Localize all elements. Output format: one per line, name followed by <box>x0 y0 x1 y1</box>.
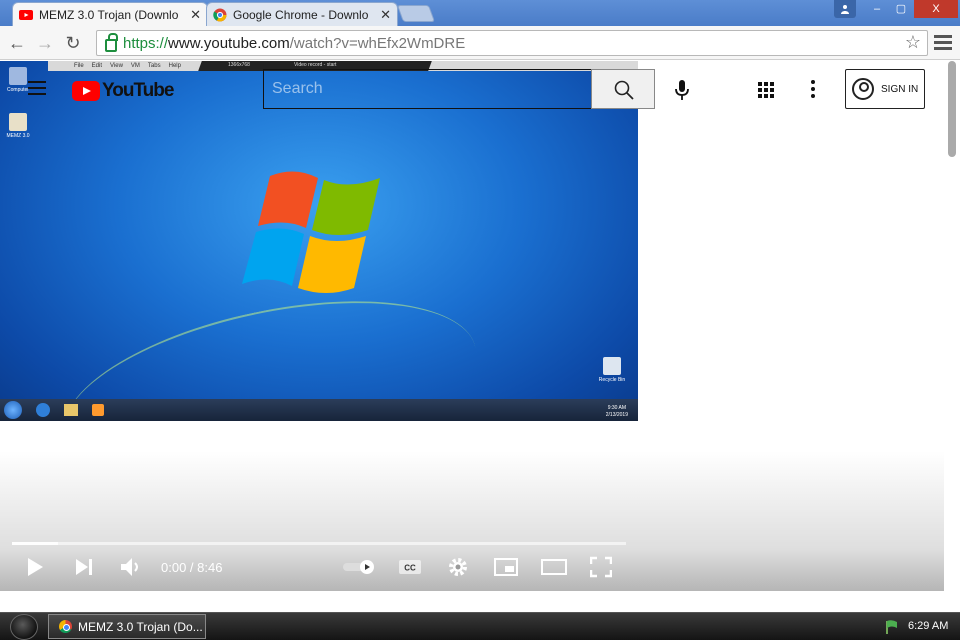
vm-clock: 9:30 AM 2/13/2019 <box>605 405 628 418</box>
windows-logo-icon <box>242 171 380 293</box>
url-path: /watch?v=whEfx2WmDRE <box>289 34 466 52</box>
more-options-icon[interactable] <box>810 80 816 98</box>
video-frame[interactable]: File Edit View VM Tabs Help 1366x768 Vid… <box>0 61 638 421</box>
chrome-menu-button[interactable] <box>934 32 952 52</box>
youtube-page: File Edit View VM Tabs Help 1366x768 Vid… <box>0 61 960 612</box>
windows-taskbar: MEMZ 3.0 Trojan (Do... 6:29 AM <box>0 612 960 640</box>
chrome-favicon-icon <box>213 8 227 21</box>
captions-button[interactable]: CC <box>398 555 422 579</box>
tab-chrome[interactable]: Google Chrome - Downlo ✕ <box>206 2 398 26</box>
url-scheme: https:// <box>123 34 169 52</box>
buffered-bar <box>12 542 59 545</box>
volume-button[interactable] <box>120 555 142 579</box>
back-button[interactable]: ← <box>6 32 28 54</box>
sign-in-button[interactable]: SIGN IN <box>845 69 925 109</box>
tab-memz[interactable]: MEMZ 3.0 Trojan (Downlo ✕ <box>12 2 208 26</box>
new-tab-button[interactable] <box>396 5 436 22</box>
next-button[interactable] <box>74 555 94 579</box>
youtube-logo[interactable]: YouTube <box>72 80 174 102</box>
forward-button[interactable]: → <box>34 32 56 54</box>
search-input[interactable]: Search <box>263 69 592 109</box>
url-host: www.youtube.com <box>168 34 290 52</box>
tab-label: Google Chrome - Downlo <box>233 7 369 22</box>
tab-label: MEMZ 3.0 Trojan (Downlo <box>39 7 179 22</box>
miniplayer-button[interactable] <box>494 555 518 579</box>
time-display: 0:00 / 8:46 <box>161 560 223 575</box>
restore-button[interactable]: ▢ <box>888 0 914 18</box>
vm-menu-item: View <box>110 63 123 69</box>
tray-flag-icon[interactable] <box>884 619 900 635</box>
desktop-icon-memz: MEMZ 3.0 <box>4 113 32 139</box>
apps-grid-icon[interactable] <box>758 82 774 98</box>
vm-menu-item: Edit <box>91 63 103 69</box>
fullscreen-button[interactable] <box>590 555 612 579</box>
svg-text:CC: CC <box>404 564 416 573</box>
taskbar-item-chrome[interactable]: MEMZ 3.0 Trojan (Do... <box>48 614 206 639</box>
tab-close-icon[interactable]: ✕ <box>380 7 391 23</box>
browser-titlebar: MEMZ 3.0 Trojan (Downlo ✕ Google Chrome … <box>0 0 960 26</box>
browser-toolbar: ← → ↻ https://www.youtube.com/watch?v=wh… <box>0 26 960 60</box>
chrome-icon <box>59 620 72 633</box>
profile-icon[interactable] <box>834 0 856 18</box>
rec-resolution: 1366x768 <box>228 62 250 68</box>
system-clock[interactable]: 6:29 AM <box>908 620 948 632</box>
microphone-icon[interactable] <box>672 79 692 101</box>
guide-menu-button[interactable] <box>28 81 46 95</box>
rec-title: Video record - start <box>294 62 337 68</box>
autoplay-toggle[interactable] <box>343 560 377 574</box>
progress-bar[interactable] <box>12 542 626 545</box>
settings-button[interactable] <box>447 555 469 579</box>
play-button[interactable] <box>26 555 44 579</box>
vm-menu-item: File <box>74 63 84 69</box>
sign-in-label: SIGN IN <box>881 83 919 95</box>
vm-taskbar: 9:30 AM 2/13/2019 <box>0 399 638 421</box>
reload-button[interactable]: ↻ <box>62 32 84 54</box>
vm-menu-item: Help <box>168 63 181 69</box>
youtube-logo-text: YouTube <box>102 80 174 101</box>
search-button[interactable] <box>591 69 655 109</box>
taskbar-item-label: MEMZ 3.0 Trojan (Do... <box>78 619 203 634</box>
tab-close-icon[interactable]: ✕ <box>190 7 201 23</box>
lock-icon <box>105 32 118 52</box>
desktop-icon-recycle-bin: Recycle Bin <box>598 357 626 383</box>
theater-mode-button[interactable] <box>541 555 567 579</box>
bookmark-star-icon[interactable]: ☆ <box>905 32 921 53</box>
vm-menu-item: Tabs <box>147 63 161 69</box>
start-button[interactable] <box>10 614 38 640</box>
address-bar[interactable]: https://www.youtube.com/watch?v=whEfx2Wm… <box>96 30 928 56</box>
close-window-button[interactable]: X <box>914 0 958 18</box>
minimize-button[interactable]: – <box>864 0 890 18</box>
account-icon <box>852 78 874 100</box>
youtube-play-logo-icon <box>72 81 100 101</box>
search-icon <box>614 80 634 100</box>
youtube-favicon-icon <box>19 9 33 20</box>
page-scrollbar[interactable] <box>948 61 956 157</box>
vm-menu-item: VM <box>130 63 140 69</box>
